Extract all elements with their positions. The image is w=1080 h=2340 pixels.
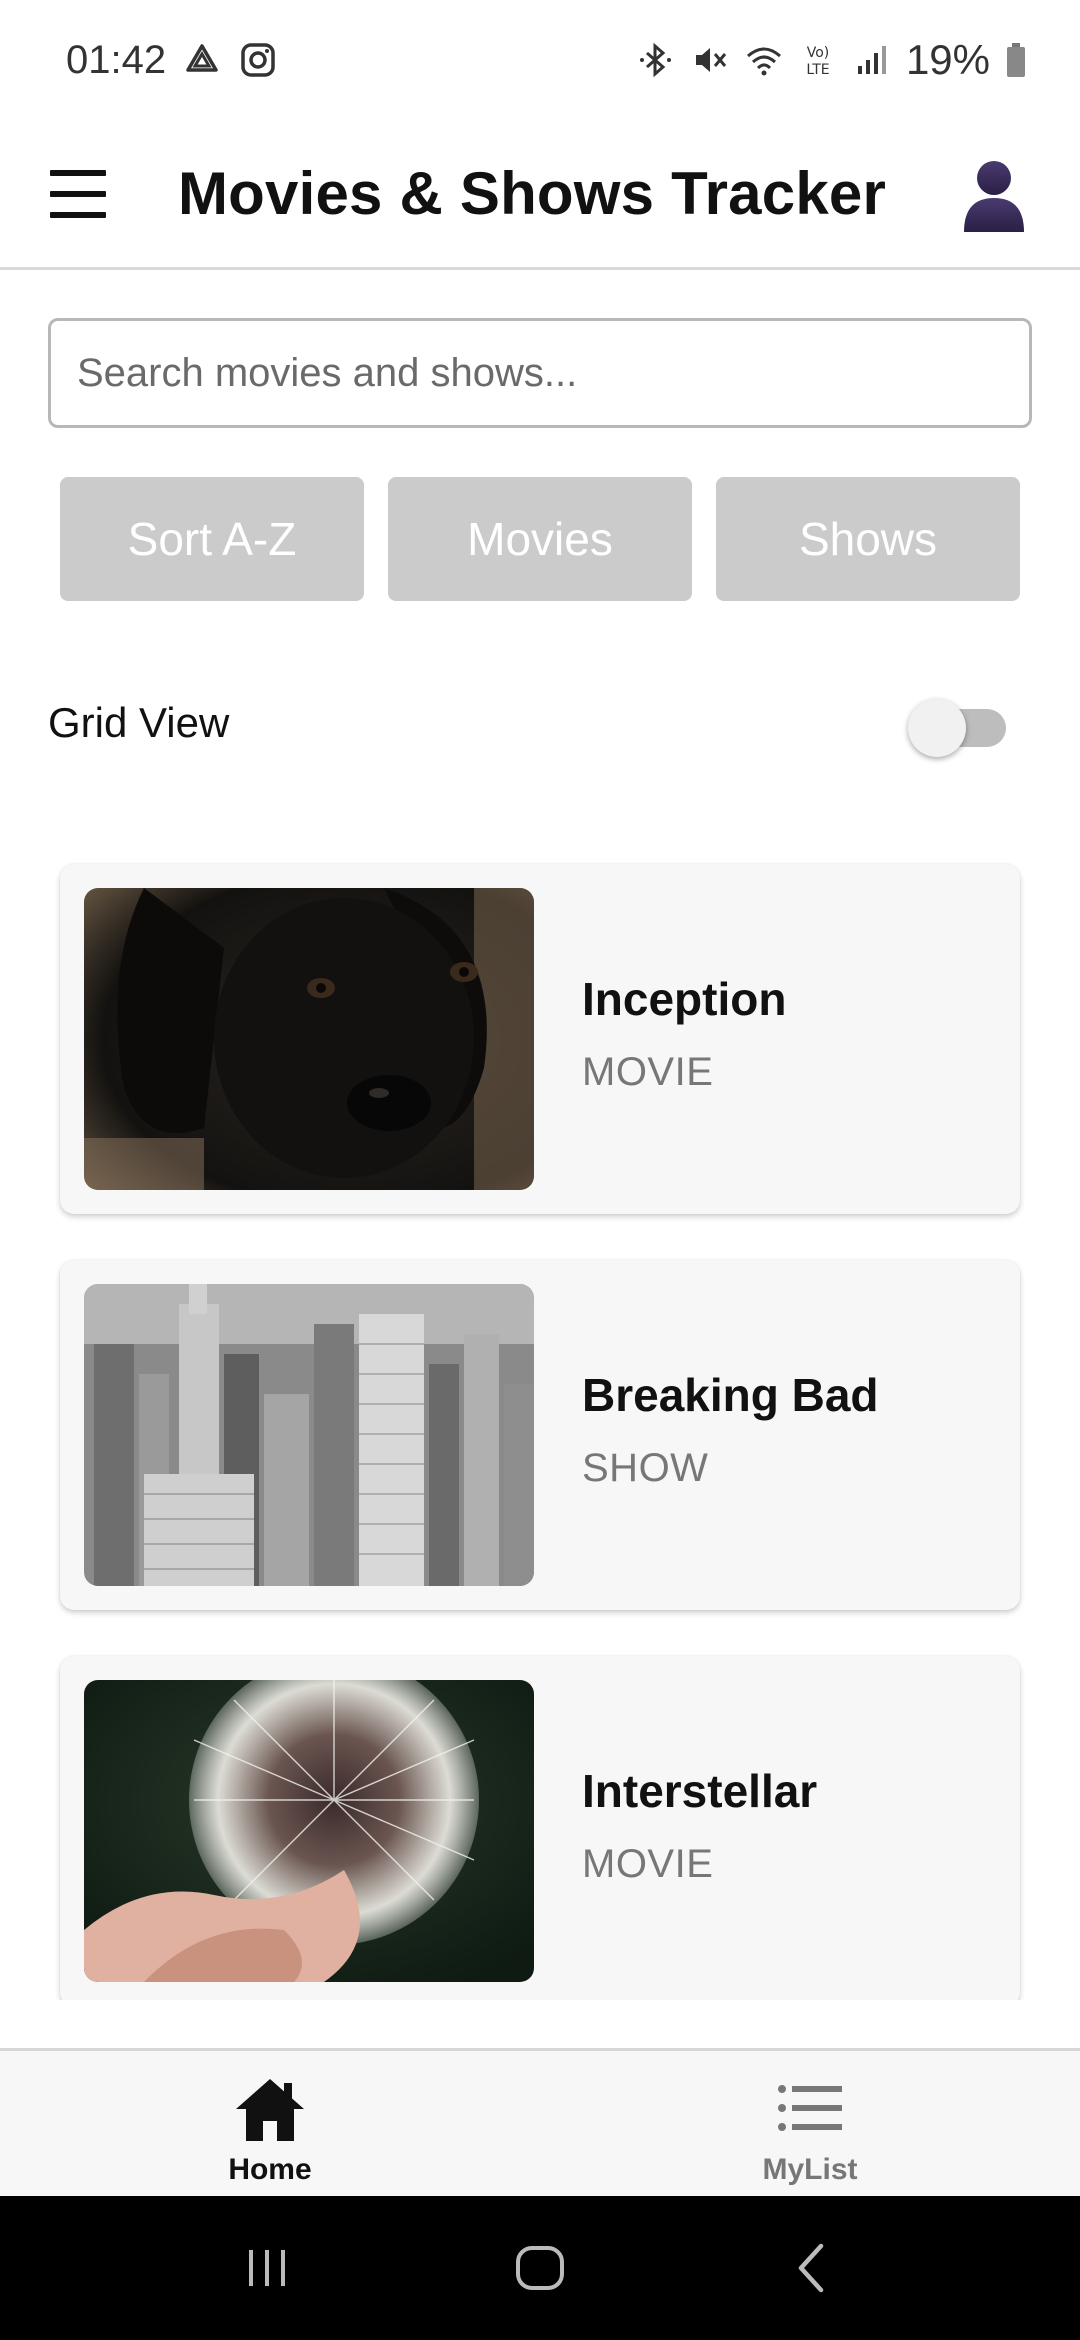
black-puppy-photo (84, 888, 534, 1190)
item-title: Inception (582, 973, 787, 1025)
bluetooth-icon (639, 42, 671, 78)
bottom-navigation: Home MyList (0, 2048, 1080, 2196)
volte-icon: Vo) LTE (806, 45, 830, 78)
battery-icon (1007, 43, 1025, 77)
app-screen: 01:42 Vo) LTE 19% Movies & Shows Tracker… (0, 0, 1080, 2340)
status-time: 01:42 (66, 37, 167, 82)
card-text: Breaking Bad SHOW (582, 1368, 879, 1491)
card-text: Interstellar MOVIE (582, 1764, 817, 1887)
svg-text:Vo): Vo) (807, 45, 830, 61)
search-input[interactable] (48, 318, 1032, 428)
mute-icon (695, 48, 727, 72)
dandelion-photo (84, 1680, 534, 1982)
filter-buttons: Sort A-Z Movies Shows (60, 477, 1020, 601)
instagram-icon (241, 43, 275, 77)
app-header: Movies & Shows Tracker (0, 120, 1080, 270)
wifi-icon (746, 47, 781, 76)
grid-view-label: Grid View (48, 699, 230, 746)
svg-text:LTE: LTE (806, 62, 829, 78)
nav-mylist[interactable]: MyList (540, 2051, 1080, 2196)
nav-home-label: Home (228, 2153, 312, 2186)
page-title: Movies & Shows Tracker (177, 160, 887, 227)
status-right: Vo) LTE 19% (636, 36, 1028, 84)
item-type: SHOW (582, 1446, 709, 1490)
list-item[interactable]: Inception MOVIE (60, 864, 1020, 1214)
grid-view-toggle[interactable] (908, 693, 1008, 757)
nav-mylist-label: MyList (762, 2153, 858, 2186)
item-title: Interstellar (582, 1765, 818, 1817)
status-bar: 01:42 Vo) LTE 19% (0, 0, 1080, 120)
recent-apps-icon[interactable] (237, 2238, 297, 2298)
shows-filter-button[interactable]: Shows (716, 477, 1020, 601)
drive-icon (186, 44, 218, 72)
media-list: Inception MOVIE Breaking Bad SHOW Inters… (0, 862, 1080, 2000)
home-icon (236, 2079, 304, 2141)
list-item[interactable]: Breaking Bad SHOW (60, 1260, 1020, 1610)
movies-filter-button[interactable]: Movies (388, 477, 692, 601)
grid-view-row: Grid View (48, 680, 1008, 766)
city-skyline-photo (84, 1284, 534, 1586)
user-avatar-icon[interactable] (956, 156, 1032, 232)
signal-icon (857, 46, 886, 74)
toggle-thumb (908, 699, 966, 757)
list-item[interactable]: Interstellar MOVIE (60, 1656, 1020, 2000)
back-icon[interactable] (783, 2238, 843, 2298)
sort-az-button[interactable]: Sort A-Z (60, 477, 364, 601)
status-left: 01:42 (66, 38, 278, 83)
list-icon (778, 2085, 842, 2131)
home-button-icon[interactable] (510, 2238, 570, 2298)
item-type: MOVIE (582, 1842, 714, 1886)
item-type: MOVIE (582, 1050, 714, 1094)
battery-percent: 19% (905, 36, 990, 83)
item-title: Breaking Bad (582, 1369, 879, 1421)
hamburger-menu-icon[interactable] (48, 164, 108, 224)
nav-home[interactable]: Home (0, 2051, 540, 2196)
system-navigation-bar (0, 2196, 1080, 2340)
card-text: Inception MOVIE (582, 972, 786, 1095)
